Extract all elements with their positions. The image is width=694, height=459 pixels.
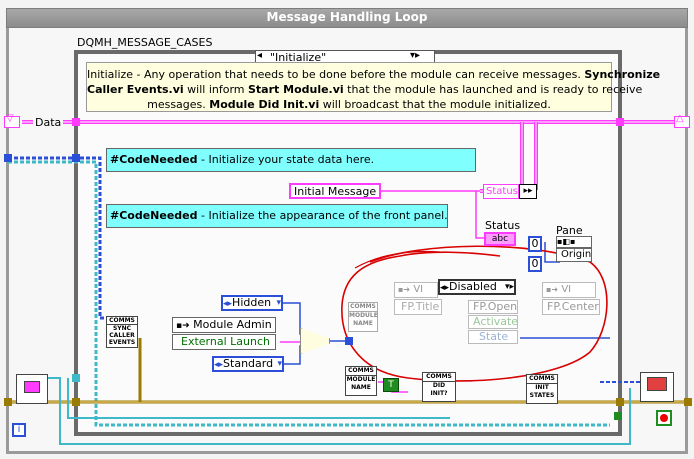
loop-stop-terminal[interactable] xyxy=(656,410,672,426)
code-needed-note-1: #CodeNeeded - Initialize your state data… xyxy=(106,148,476,172)
did-line-2: DID xyxy=(432,382,446,389)
fp-open-property[interactable]: FP.Open xyxy=(468,300,518,314)
error-icon xyxy=(647,377,667,391)
case-tunnel-green-right xyxy=(614,412,622,420)
case-tunnel-data-left xyxy=(72,118,80,126)
case-tunnel-blue-left xyxy=(72,154,80,162)
mn2-line-2: MODULE xyxy=(346,376,376,383)
did-line-3: INIT? xyxy=(430,390,448,397)
standard-enum-value: Standard xyxy=(223,357,274,370)
mn2-line-1: COMMS xyxy=(346,367,376,376)
case-tunnel-brown-left xyxy=(72,398,80,406)
note-2-text: - Initialize the appearance of the front… xyxy=(197,209,448,222)
pane-property-node[interactable]: ▪◧▪ xyxy=(556,236,592,248)
state-property[interactable]: State xyxy=(468,330,518,344)
vi2-label: VI xyxy=(561,284,572,295)
mn2-line-3: NAME xyxy=(351,384,371,391)
module-name-vi-1[interactable]: COMMS MODULE NAME xyxy=(348,302,378,332)
sync-caller-events-vi[interactable]: COMMS SYNC CALLER EVENTS xyxy=(106,316,138,348)
init-line-3: STATES xyxy=(529,392,555,399)
external-launch-property[interactable]: External Launch xyxy=(172,334,276,350)
sync-line-4: EVENTS xyxy=(108,339,136,346)
status-indicator-value: abc xyxy=(491,234,509,244)
sync-line-1: COMMS xyxy=(107,317,137,325)
activate-property[interactable]: Activate xyxy=(468,315,518,329)
note-2-tag: #CodeNeeded xyxy=(110,209,198,222)
status-indicator-label: Status xyxy=(485,219,521,232)
vi-reference-node-2[interactable]: ▪➜ VI xyxy=(542,282,596,298)
init-states-vi[interactable]: COMMS INIT STATES xyxy=(526,374,558,404)
class-icon: ▪➜ xyxy=(176,321,190,331)
status-indicator[interactable]: abc xyxy=(484,232,516,246)
dequeue-message-vi[interactable] xyxy=(16,374,48,404)
numeric-zero-2-value: 0 xyxy=(531,257,539,270)
fp-title-property[interactable]: FP.Title xyxy=(394,299,442,315)
bundle-by-name-node[interactable]: ▸▸ xyxy=(519,184,537,199)
class-icon: ▪➜ xyxy=(398,285,411,294)
did-line-1: COMMS xyxy=(423,373,455,382)
stop-icon xyxy=(660,414,668,422)
class-icon: ▪➜ xyxy=(546,285,559,294)
enum-arrows-icon: ◂▸ xyxy=(223,299,233,309)
numeric-zero-1[interactable]: 0 xyxy=(528,236,542,252)
module-admin-node[interactable]: ▪➜ Module Admin xyxy=(172,317,276,333)
enum-arrows-icon: ◂▸ xyxy=(214,360,224,370)
vi-reference-node-1[interactable]: ▪➜ VI xyxy=(394,282,438,298)
init-line-1: COMMS xyxy=(527,375,557,384)
loop-tunnel-brown-left xyxy=(4,398,12,406)
fp-center-method[interactable]: FP.Center xyxy=(542,299,600,315)
module-name-vi-2[interactable]: COMMS MODULE NAME xyxy=(345,366,377,396)
loop-tunnel-blue-left xyxy=(4,154,12,162)
case-tunnel-enum xyxy=(345,337,353,345)
note-1-tag: #CodeNeeded xyxy=(110,153,198,166)
case-tunnel-cyan-left xyxy=(72,374,80,382)
chevron-down-icon: ▾▸ xyxy=(504,282,514,292)
init-line-2: INIT xyxy=(535,384,549,391)
queue-icon xyxy=(24,381,40,393)
true-constant[interactable]: T xyxy=(383,378,399,392)
hidden-enum-value: Hidden xyxy=(232,296,272,309)
loop-iteration-terminal: i xyxy=(12,423,26,437)
did-init-vi[interactable]: COMMS DID INIT? xyxy=(422,372,456,402)
vi1-label: VI xyxy=(413,284,424,295)
shift-register-right-arrow: △ xyxy=(676,113,684,124)
data-wire-label: Data xyxy=(33,116,64,129)
block-diagram: Message Handling Loop DQMH_MESSAGE_CASES… xyxy=(0,0,694,459)
shift-register-left-arrow: ▽ xyxy=(6,113,14,124)
sync-line-2: SYNC xyxy=(112,325,132,332)
chevron-down-icon: ▾ xyxy=(276,298,281,308)
note-1-text: - Initialize your state data here. xyxy=(197,153,375,166)
hidden-enum-constant[interactable]: ◂▸Hidden ▾ xyxy=(221,295,283,311)
origin-property[interactable]: Origin xyxy=(556,248,592,262)
case-tunnel-brown-right xyxy=(616,398,624,406)
sync-line-3: CALLER xyxy=(109,332,135,339)
disabled-enum[interactable]: ◂▸Disabled ▾▸ xyxy=(438,279,516,295)
numeric-zero-2[interactable]: 0 xyxy=(528,256,542,272)
true-constant-value: T xyxy=(388,380,394,390)
loop-index-label: i xyxy=(17,424,21,435)
numeric-zero-1-value: 0 xyxy=(531,237,539,250)
chevron-down-icon: ▾ xyxy=(277,359,282,369)
error-handler-vi[interactable] xyxy=(640,372,674,402)
mn1-line-1: COMMS xyxy=(349,303,377,312)
case-tunnel-data-right xyxy=(616,118,624,126)
initial-message-constant[interactable]: Initial Message xyxy=(289,183,382,199)
disabled-enum-value: Disabled xyxy=(449,280,497,293)
status-unbundle[interactable]: Status xyxy=(483,184,519,199)
mn1-line-3: NAME xyxy=(353,320,373,327)
standard-enum-constant[interactable]: ◂▸Standard ▾ xyxy=(212,356,284,372)
code-needed-note-2: #CodeNeeded - Initialize the appearance … xyxy=(106,204,448,228)
enum-arrows-icon: ◂▸ xyxy=(440,283,450,293)
module-admin-label: Module Admin xyxy=(193,318,272,331)
loop-tunnel-brown-right xyxy=(684,398,692,406)
mn1-line-2: MODULE xyxy=(349,312,378,319)
